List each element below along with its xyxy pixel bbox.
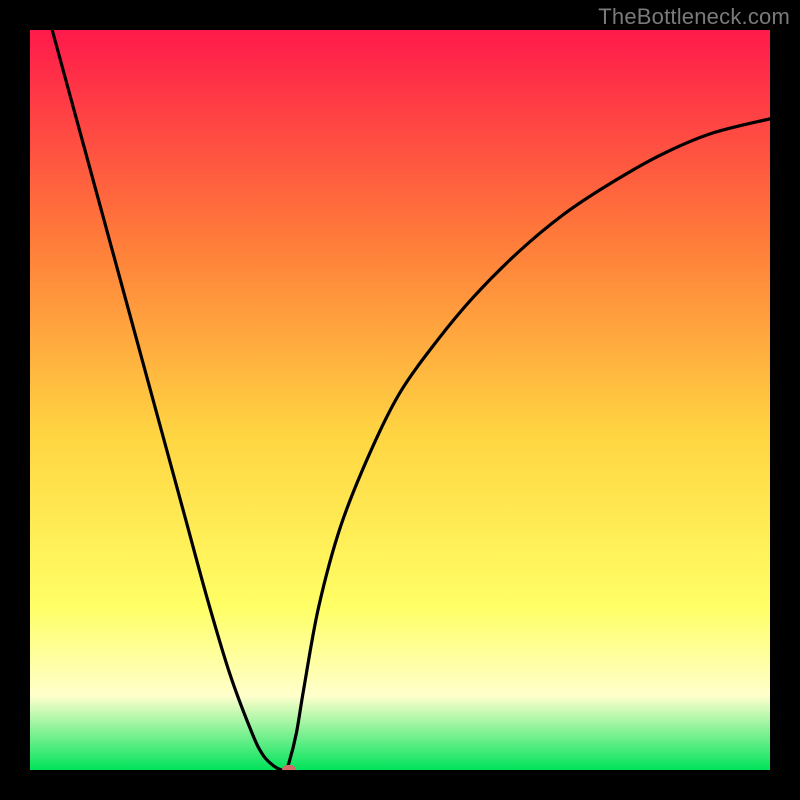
watermark-text: TheBottleneck.com: [598, 4, 790, 30]
plot-area: [30, 30, 770, 770]
optimal-point-marker: [282, 765, 296, 770]
bottleneck-curve: [30, 30, 770, 770]
chart-frame: TheBottleneck.com: [0, 0, 800, 800]
